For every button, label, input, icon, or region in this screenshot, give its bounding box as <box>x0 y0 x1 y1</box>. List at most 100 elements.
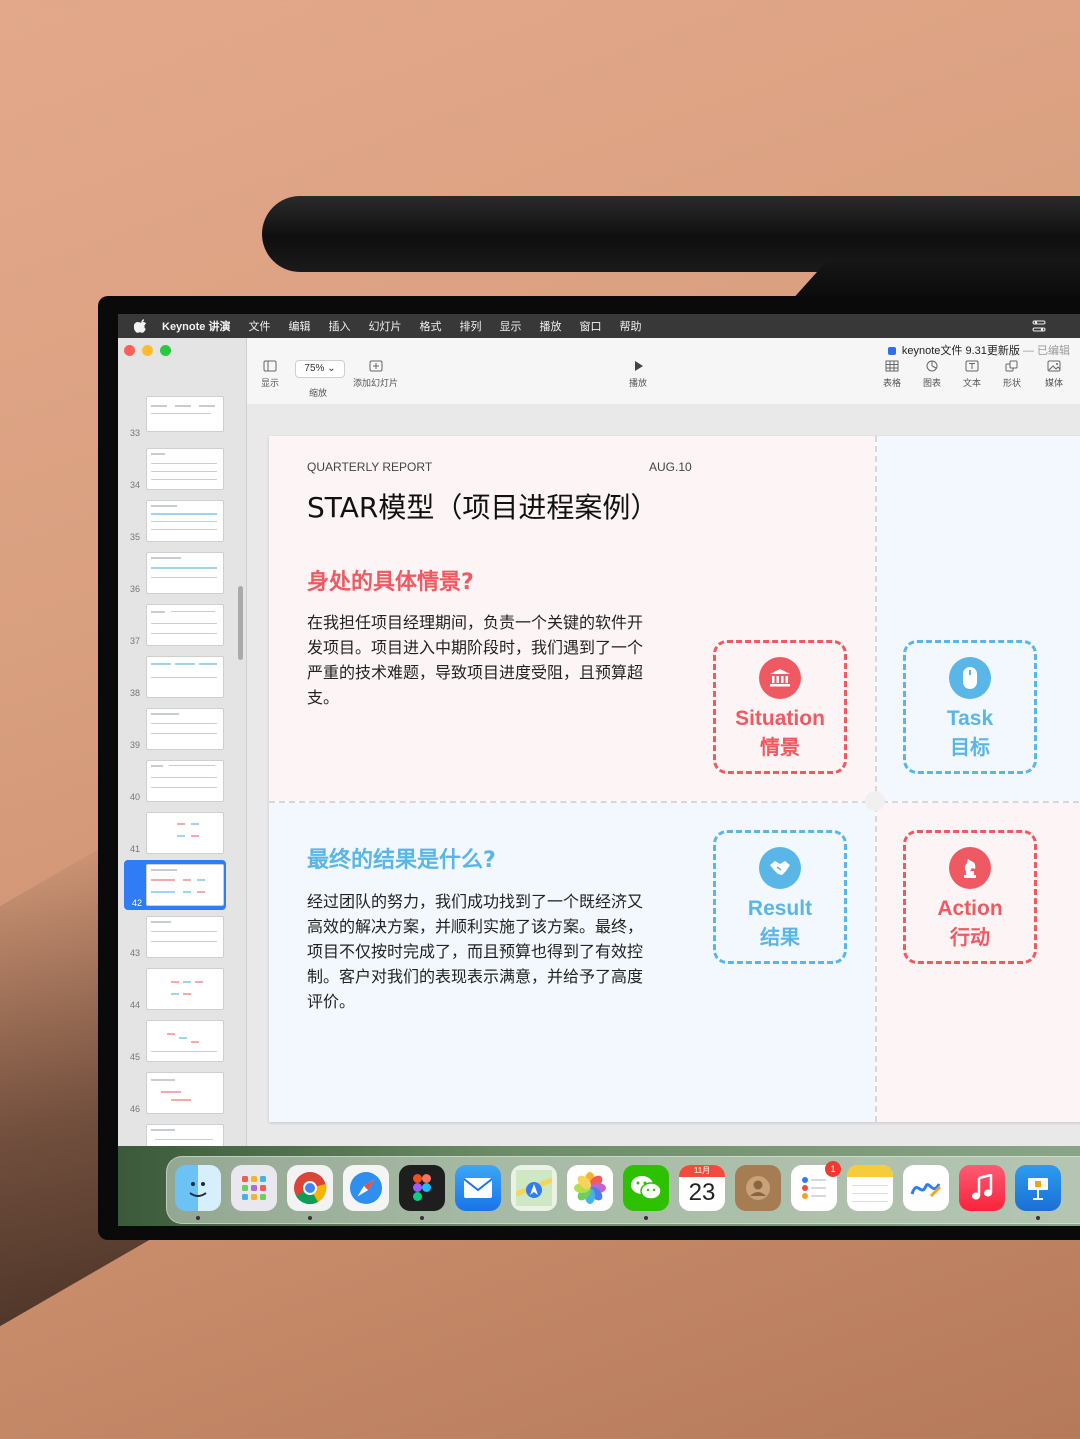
maps-icon[interactable] <box>511 1165 557 1211</box>
calendar-day: 23 <box>688 1179 716 1206</box>
thumbnail-image <box>146 500 224 542</box>
view-button[interactable]: 显示 <box>261 360 279 389</box>
slide-thumbnail-selected[interactable]: 42 <box>124 860 226 910</box>
media-label: 媒体 <box>1045 378 1064 388</box>
contacts-icon[interactable] <box>735 1165 781 1211</box>
report-label[interactable]: QUARTERLY REPORT <box>307 460 432 474</box>
menu-item-window[interactable]: 窗口 <box>579 318 601 334</box>
reminders-icon[interactable]: 1 <box>791 1161 841 1211</box>
running-indicator <box>1036 1216 1040 1220</box>
result-cn: 结果 <box>760 925 800 949</box>
slide-thumbnail[interactable]: 38 <box>118 654 246 700</box>
menu-item-help[interactable]: 帮助 <box>619 318 641 334</box>
date-label[interactable]: AUG.10 <box>649 460 692 474</box>
play-button[interactable]: 播放 <box>629 360 647 389</box>
add-slide-button[interactable]: 添加幻灯片 <box>353 360 398 389</box>
result-card[interactable]: Result 结果 <box>713 830 847 964</box>
slide-thumbnail[interactable]: 43 <box>118 914 246 960</box>
finder-icon[interactable] <box>175 1165 221 1211</box>
keynote-icon[interactable] <box>1015 1165 1061 1211</box>
dock: 11月 23 1 <box>166 1156 1080 1224</box>
task-card[interactable]: Task 目标 <box>903 640 1037 774</box>
shape-button[interactable]: 形状 <box>1003 360 1021 389</box>
safari-icon[interactable] <box>343 1165 389 1211</box>
slide-thumbnail[interactable]: 37 <box>118 602 246 648</box>
thumbnail-image <box>146 1020 224 1062</box>
situation-cn: 情景 <box>760 735 800 759</box>
monitor-light-bar <box>262 196 1080 272</box>
menu-app-name[interactable]: Keynote 讲演 <box>162 318 230 334</box>
zoom-value: 75% <box>304 363 325 374</box>
zoom-label: 缩放 <box>309 386 327 399</box>
result-heading[interactable]: 最终的结果是什么? <box>307 842 496 874</box>
slide-number: 37 <box>130 636 141 646</box>
slide-title[interactable]: STAR模型（项目进程案例） <box>307 486 658 526</box>
notes-icon[interactable] <box>847 1165 893 1211</box>
slide-number: 33 <box>130 428 141 438</box>
zoom-label-text: 缩放 <box>309 388 328 398</box>
slide-number: 39 <box>130 740 141 750</box>
music-icon[interactable] <box>959 1165 1005 1211</box>
text-button[interactable]: 文本 <box>963 360 981 389</box>
menu-item-slide[interactable]: 幻灯片 <box>368 318 401 334</box>
calendar-month: 11月 <box>679 1165 725 1177</box>
screen: Keynote 讲演 文件 编辑 插入 幻灯片 格式 排列 显示 播放 窗口 帮… <box>118 314 1080 1226</box>
freeform-icon[interactable] <box>903 1165 949 1211</box>
close-window-button[interactable] <box>124 345 135 356</box>
control-center-icon[interactable] <box>1032 319 1046 333</box>
slide-thumbnail[interactable]: 46 <box>118 1070 246 1116</box>
chess-knight-icon <box>949 847 991 889</box>
zoom-window-button[interactable] <box>160 345 171 356</box>
slide[interactable]: QUARTERLY REPORT AUG.10 STAR模型（项目进程案例） 身… <box>269 436 1080 1122</box>
result-body[interactable]: 经过团队的努力，我们成功找到了一个既经济又高效的解决方案，并顺利实施了该方案。最… <box>307 889 647 1014</box>
action-card[interactable]: Action 行动 <box>903 830 1037 964</box>
shape-icon <box>1005 360 1018 372</box>
menu-item-file[interactable]: 文件 <box>248 318 270 334</box>
slide-thumbnail[interactable]: 35 <box>118 498 246 544</box>
slide-thumbnail[interactable]: 39 <box>118 706 246 752</box>
add-slide-label: 添加幻灯片 <box>353 378 399 388</box>
mail-icon[interactable] <box>455 1165 501 1211</box>
menu-item-play[interactable]: 播放 <box>539 318 561 334</box>
calendar-icon[interactable]: 11月 23 <box>679 1165 725 1211</box>
slide-thumbnail[interactable]: 40 <box>118 758 246 804</box>
table-label: 表格 <box>883 378 902 388</box>
action-en: Action <box>937 897 1003 920</box>
thumbnail-image <box>146 812 224 854</box>
table-button[interactable]: 表格 <box>883 360 901 389</box>
slide-thumbnail[interactable]: 33 <box>118 394 246 440</box>
zoom-select[interactable]: 75% ⌄ <box>295 360 345 378</box>
menu-item-insert[interactable]: 插入 <box>328 318 350 334</box>
chrome-icon[interactable] <box>287 1165 333 1211</box>
slide-thumbnail[interactable]: 45 <box>118 1018 246 1064</box>
photos-icon[interactable] <box>567 1165 613 1211</box>
slide-thumbnail[interactable]: 41 <box>118 810 246 856</box>
menu-item-arrange[interactable]: 排列 <box>459 318 481 334</box>
slide-thumbnail[interactable]: 44 <box>118 966 246 1012</box>
navigator-scrollbar[interactable] <box>238 586 243 660</box>
menu-item-view[interactable]: 显示 <box>499 318 521 334</box>
minimize-window-button[interactable] <box>142 345 153 356</box>
chart-icon <box>926 360 938 372</box>
figma-icon[interactable] <box>399 1165 445 1211</box>
situation-heading[interactable]: 身处的具体情景? <box>307 564 474 596</box>
slide-number: 44 <box>130 1000 141 1010</box>
slide-thumbnail[interactable]: 34 <box>118 446 246 492</box>
chart-button[interactable]: 图表 <box>923 360 941 389</box>
wechat-icon[interactable] <box>623 1165 669 1211</box>
media-button[interactable]: 媒体 <box>1045 360 1063 389</box>
menu-item-format[interactable]: 格式 <box>419 318 441 334</box>
slide-number: 35 <box>130 532 141 542</box>
thumbnail-image <box>146 760 224 802</box>
thumbnail-image <box>146 708 224 750</box>
situation-card[interactable]: Situation 情景 <box>713 640 847 774</box>
slide-canvas: QUARTERLY REPORT AUG.10 STAR模型（项目进程案例） 身… <box>247 404 1080 1226</box>
media-icon <box>1047 360 1061 372</box>
thumbnail-image <box>146 916 224 958</box>
slide-thumbnail[interactable]: 36 <box>118 550 246 596</box>
situation-body[interactable]: 在我担任项目经理期间，负责一个关键的软件开发项目。项目进入中期阶段时，我们遇到了… <box>307 610 647 710</box>
slide-number: 45 <box>130 1052 141 1062</box>
menu-item-edit[interactable]: 编辑 <box>288 318 310 334</box>
apple-icon[interactable] <box>134 319 148 333</box>
launchpad-icon[interactable] <box>231 1165 277 1211</box>
